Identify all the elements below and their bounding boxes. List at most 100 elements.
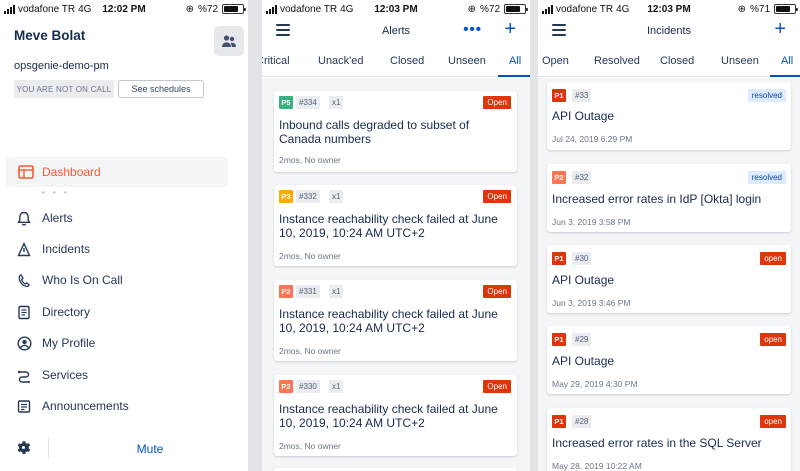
alert-number: #330 — [296, 380, 320, 393]
status-badge: Open — [483, 190, 511, 203]
alert-number: #331 — [296, 285, 320, 298]
alert-title-line: Instance reachability check failed at Ju… — [279, 307, 498, 321]
team-button[interactable] — [214, 26, 244, 56]
incident-icon — [16, 241, 32, 257]
priority-badge: P1 — [552, 415, 566, 428]
tab-open[interactable]: Open — [542, 55, 569, 67]
alert-title-line: Instance reachability check failed at Ju… — [279, 402, 498, 416]
priority-badge: P2 — [279, 285, 293, 298]
tab-closed[interactable]: Closed — [660, 55, 694, 67]
alert-title-line: Instance reachability check failed at Ju… — [279, 212, 498, 226]
alert-title: Inbound calls degraded to subset of Cana… — [279, 118, 515, 146]
incident-title: Increased error rates in the SQL Server — [552, 436, 762, 450]
incident-card[interactable]: P1 #33 resolved API Outage Jul 24, 2019 … — [547, 82, 791, 150]
rotation-lock-icon: ⊕ — [185, 3, 194, 15]
incident-card[interactable]: P2 #32 resolved Increased error rates in… — [547, 164, 791, 232]
alert-number: #334 — [296, 96, 320, 109]
alert-meta: 2mos, No owner — [279, 346, 341, 356]
alert-number: #332 — [296, 190, 320, 203]
incident-title: Increased error rates in IdP [Okta] logi… — [552, 192, 762, 206]
status-badge: open — [760, 415, 786, 428]
battery-percent: %72 — [479, 3, 500, 15]
incident-card[interactable]: P1 #29 open API Outage May 29, 2019 4:30… — [547, 326, 791, 394]
incident-card[interactable]: P1 #30 open API Outage Jun 3, 2019 3:46 … — [547, 245, 791, 313]
alerts-panel: vodafone TR 4G 12:03 PM ⊕ %72 Alerts •••… — [262, 0, 530, 471]
network-label: 4G — [616, 3, 630, 15]
incidents-tabs: Open Resolved Closed Unseen All — [538, 47, 800, 77]
incident-title: API Outage — [552, 273, 615, 287]
alert-title: Instance reachability check failed at Ju… — [279, 402, 515, 430]
incident-number: #29 — [572, 333, 592, 346]
more-options-icon[interactable]: ••• — [463, 21, 482, 38]
status-bar: vodafone TR 4G 12:02 PM ⊕ %72 — [0, 0, 248, 18]
priority-badge: P2 — [279, 380, 293, 393]
status-badge: Open — [483, 285, 511, 298]
footer-divider — [48, 438, 49, 458]
tab-unseen[interactable]: Unseen — [721, 55, 759, 67]
incident-date: Jul 24, 2019 6:29 PM — [552, 134, 633, 144]
incident-title: API Outage — [552, 354, 615, 368]
alert-card[interactable]: P2 #330 x1 Open Instance reachability ch… — [274, 375, 517, 456]
status-bar: vodafone TR 4G 12:03 PM ⊕ %72 — [262, 0, 530, 18]
dashboard-icon — [18, 164, 34, 180]
signal-icon — [542, 4, 553, 14]
priority-badge: P5 — [279, 96, 293, 109]
screen: vodafone TR 4G 12:02 PM ⊕ %72 Meve Bolat… — [0, 0, 800, 471]
priority-badge: P2 — [552, 171, 566, 184]
alert-title: Instance reachability check failed at Ju… — [279, 212, 515, 240]
see-schedules-button[interactable]: See schedules — [118, 80, 204, 98]
add-alert-button[interactable]: + — [504, 19, 516, 39]
directory-icon — [16, 304, 32, 320]
nav-item-label: Who Is On Call — [42, 273, 123, 287]
nav-item-alerts[interactable]: Alerts — [16, 207, 73, 229]
nav-item-directory[interactable]: Directory — [16, 301, 90, 323]
active-tab-indicator — [770, 75, 800, 77]
alert-title-line: 10, 2019, 10:24 AM UTC+2 — [279, 321, 425, 335]
nav-item-who-is-on-call[interactable]: Who Is On Call — [16, 269, 123, 291]
tab-unacked[interactable]: Unack'ed — [318, 55, 364, 67]
nav-item-announcements[interactable]: Announcements — [16, 395, 129, 417]
alert-count: x1 — [329, 285, 344, 298]
org-name: opsgenie-demo-pm — [14, 60, 109, 72]
tab-resolved[interactable]: Resolved — [594, 55, 640, 67]
tab-unseen[interactable]: Unseen — [448, 55, 486, 67]
services-icon — [16, 367, 32, 383]
network-label: 4G — [340, 3, 354, 15]
incident-date: Jun 3, 2019 3:58 PM — [552, 217, 631, 227]
nav-item-services[interactable]: Services — [16, 364, 88, 386]
incident-date: May 29, 2019 4:30 PM — [552, 379, 638, 389]
status-badge: Open — [483, 380, 511, 393]
carrier-label: vodafone TR — [280, 3, 338, 15]
tab-all[interactable]: All — [509, 55, 521, 67]
carrier-label: vodafone TR — [556, 3, 614, 15]
user-name: Meve Bolat — [14, 28, 86, 43]
nav-item-incidents[interactable]: Incidents — [16, 238, 90, 260]
battery-icon — [222, 4, 246, 14]
nav-item-label: Directory — [42, 305, 91, 319]
side-menu-panel: vodafone TR 4G 12:02 PM ⊕ %72 Meve Bolat… — [0, 0, 248, 471]
incidents-panel: vodafone TR 4G 12:03 PM ⊕ %71 Incidents … — [538, 0, 800, 471]
announcements-icon — [16, 398, 32, 414]
alert-card[interactable]: P2 #331 x1 Open Instance reachability ch… — [274, 280, 517, 361]
incident-card[interactable]: P1 #28 open Increased error rates in the… — [547, 408, 791, 471]
incidents-app-bar: Incidents + — [538, 18, 800, 44]
nav-item-my-profile[interactable]: My Profile — [16, 332, 95, 354]
panel-divider — [248, 0, 262, 471]
alert-title: Instance reachability check failed at Ju… — [279, 307, 515, 335]
add-incident-button[interactable]: + — [774, 19, 786, 39]
tab-critical[interactable]: Critical — [262, 55, 290, 67]
alert-card[interactable]: P5 #334 x1 Open Inbound calls degraded t… — [274, 91, 517, 172]
incident-number: #33 — [572, 89, 592, 102]
mute-button[interactable]: Mute — [120, 442, 180, 456]
network-label: 4G — [78, 3, 92, 15]
settings-button[interactable] — [16, 440, 31, 460]
alert-title-line: Inbound calls degraded to subset of — [279, 118, 470, 132]
phone-icon — [16, 272, 32, 288]
nav-item-label: Incidents — [42, 242, 91, 256]
tab-all[interactable]: All — [781, 55, 793, 67]
tab-closed[interactable]: Closed — [390, 55, 424, 67]
alert-meta: 2mos, No owner — [279, 155, 341, 165]
alert-count: x1 — [329, 190, 344, 203]
nav-item-dashboard[interactable]: Dashboard — [6, 157, 228, 187]
alert-card[interactable]: P3 #332 x1 Open Instance reachability ch… — [274, 185, 517, 266]
